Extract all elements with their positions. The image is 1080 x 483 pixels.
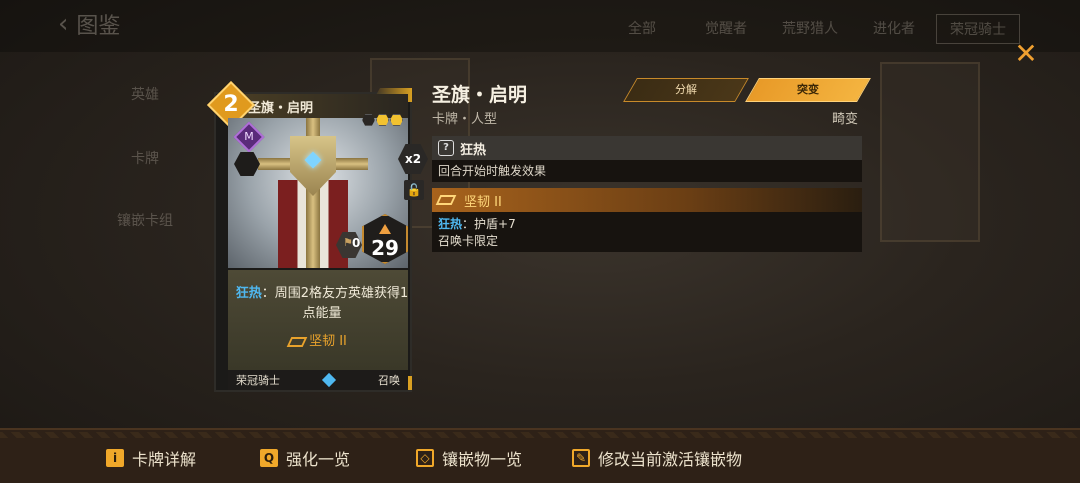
energy-value: 0 [352,236,361,250]
card-footer: 荣冠骑士 召唤 [228,370,408,390]
bg-tabs: 全部 觉醒者 荒野猎人 进化者 荣冠骑士 [600,14,1020,44]
search-icon: Q [260,449,278,467]
bg-side-hero: 英雄 [131,87,159,103]
card-cost: 2 [223,92,239,117]
close-icon[interactable]: ✕ [1012,40,1040,68]
bg-tab-hunter: 荒野猎人 [782,21,838,37]
card-kind: 召唤 [378,374,400,387]
card-tag: 坚韧 II [228,330,408,349]
enhance-list-label: 强化一览 [286,450,351,469]
bg-side-card: 卡牌 [131,151,159,167]
enhance-list-button[interactable]: Q 强化一览 [260,446,350,470]
card-name: 圣旗・启明 [248,101,314,116]
card-tag-label: 坚韧 II [309,334,347,349]
inlay-icon: ◇ [416,449,434,467]
rarity-label: 畸变 [832,112,859,127]
tenacity-icon [435,195,457,205]
effect-header: 坚韧 II [432,188,862,212]
card-desc-text: ：周围2格友方英雄获得1点能量 [261,286,409,321]
tenacity-icon [286,336,308,347]
effect-line: 狂热：护盾+7 [438,216,856,233]
effect-description: 回合开始时触发效果 [432,160,862,182]
bg-card [880,62,980,242]
power-value: 29 [371,236,399,260]
mutate-button-label[interactable]: 突变 [752,78,864,102]
bg-side-inlay: 镶嵌卡组 [117,213,173,229]
rank-pip [376,114,389,126]
power-icon [379,224,391,234]
edit-inlay-button[interactable]: ✎ 修改当前激活镶嵌物 [572,446,742,470]
card-faction: 荣冠骑士 [236,374,280,387]
back-arrow-icon: ‹ [58,9,69,39]
info-subtitle: 卡牌・人型 [432,112,498,127]
bg-tab-evolver: 进化者 [873,21,915,37]
bg-tab-awakener: 觉醒者 [705,21,747,37]
effect-fervor: ? 狂热 回合开始时触发效果 [432,136,862,184]
diamond-icon [321,372,337,388]
rank-pip [362,114,375,126]
effect-header: ? 狂热 [432,136,862,160]
card-details-button[interactable]: i 卡牌详解 [106,446,196,470]
keyword-fervor: 狂热 [235,286,262,301]
rank-pips [362,114,403,126]
bg-back-button: ‹ 图鉴 [58,8,120,40]
edit-icon: ✎ [572,449,590,467]
info-title: 圣旗・启明 [432,84,528,106]
effect-line-text: ：护盾+7 [462,217,516,231]
type-icon-glyph: M [244,130,254,143]
effect-tenacity: 坚韧 II 狂热：护盾+7 召唤卡限定 [432,188,862,252]
bg-tab-all: 全部 [628,21,656,37]
card-details-label: 卡牌详解 [132,450,197,469]
effect-description: 狂热：护盾+7 召唤卡限定 [432,212,862,254]
bg-back-title: 图鉴 [76,14,121,39]
bottom-stripe [0,432,1080,438]
effect-name: 狂热 [460,142,487,158]
keyword-fervor: 狂热 [438,217,463,231]
inlay-list-button[interactable]: ◇ 镶嵌物一览 [416,446,522,470]
effect-line: 召唤卡限定 [438,234,499,248]
card-preview: 圣旗・启明 2 M x2 🔓 ⚑ 0 29 狂热：周围2格友方英雄获得1点能量 … [206,80,428,392]
lock-icon[interactable]: 🔓 [404,180,424,200]
bg-tab-knight: 荣冠骑士 [936,14,1020,44]
info-icon: i [106,449,124,467]
fervor-icon: ? [438,140,454,156]
decompose-button-label[interactable]: 分解 [630,78,742,102]
effect-name: 坚韧 II [464,194,502,210]
edit-inlay-label: 修改当前激活镶嵌物 [598,450,743,469]
card-description: 狂热：周围2格友方英雄获得1点能量 [232,284,412,324]
rank-pip [390,114,403,126]
inlay-list-label: 镶嵌物一览 [442,450,523,469]
